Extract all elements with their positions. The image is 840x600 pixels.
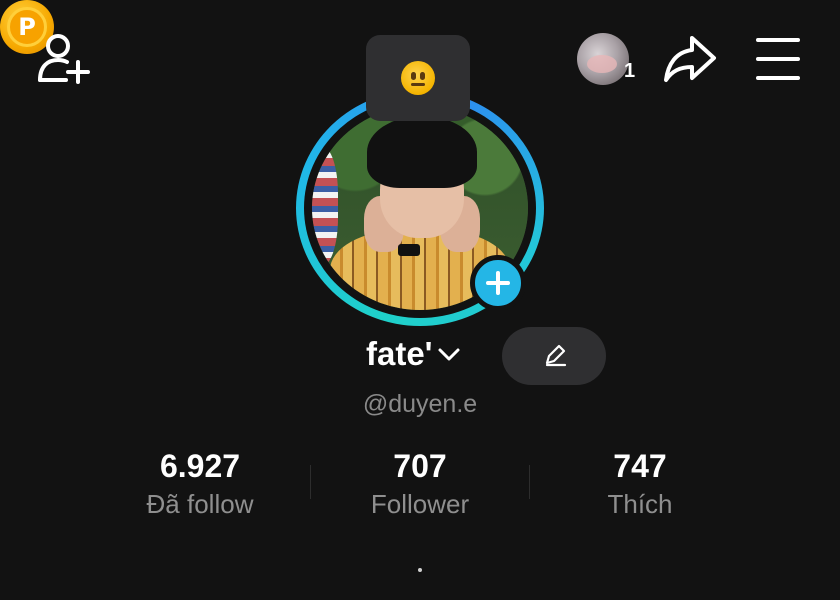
account-switcher[interactable]: fate' [366, 335, 461, 373]
slightly-smiling-face-icon [401, 61, 435, 95]
username: @duyen.e [362, 390, 478, 418]
likes-label: Thích [607, 489, 673, 519]
followers-stat[interactable]: 707 Follower [310, 448, 530, 520]
menu-button[interactable] [754, 38, 802, 80]
add-user-icon [38, 34, 90, 84]
plus-icon [486, 271, 510, 295]
share-arrow-icon [664, 36, 716, 82]
add-friend-button[interactable] [34, 32, 92, 84]
share-profile-button[interactable] [662, 32, 718, 86]
following-count: 6.927 [159, 448, 241, 484]
following-stat[interactable]: 6.927 Đã follow [90, 448, 310, 520]
likes-count: 747 [613, 448, 667, 484]
chevron-down-icon [438, 348, 460, 361]
status-emoji-bubble[interactable] [366, 35, 470, 121]
profile-name: fate' [366, 335, 433, 372]
following-label: Đã follow [146, 489, 254, 519]
page-indicator-dot [418, 568, 422, 572]
story-count: 1 [624, 60, 636, 82]
story-viewer-avatar[interactable] [577, 33, 629, 85]
profile-screen: P 1 fate' @duyen.e 6.927 Đã follow 707 F… [0, 0, 840, 600]
likes-stat[interactable]: 747 Thích [530, 448, 750, 520]
followers-label: Follower [370, 489, 470, 519]
followers-count: 707 [393, 448, 447, 484]
pencil-icon [545, 344, 567, 367]
add-story-button[interactable] [470, 255, 526, 311]
hamburger-menu-icon [756, 38, 800, 42]
edit-profile-button[interactable] [502, 327, 606, 385]
